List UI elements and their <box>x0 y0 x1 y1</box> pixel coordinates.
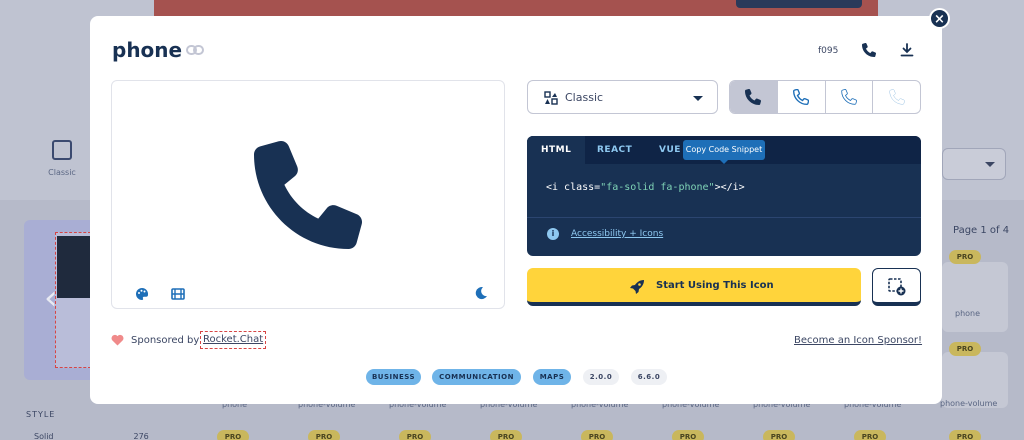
link-icon[interactable] <box>186 43 204 57</box>
pro-badge: PRO <box>949 430 981 440</box>
backdrop-style-solid[interactable]: Solid 276 <box>34 432 149 440</box>
style-select[interactable]: Classic <box>527 80 718 114</box>
heart-icon <box>111 334 124 346</box>
backdrop-style-filter[interactable]: Classic <box>40 140 84 177</box>
code-snippet[interactable]: <i class="fa-solid fa-phone"></i> <box>546 182 745 193</box>
moon-icon[interactable] <box>474 286 488 300</box>
pro-badge: PRO <box>581 430 613 440</box>
phone-thin-icon <box>889 89 905 105</box>
style-select-value: Classic <box>565 91 604 104</box>
become-sponsor-link[interactable]: Become an Icon Sponsor! <box>794 335 922 346</box>
tag-maps[interactable]: MAPS <box>533 369 571 385</box>
variant-thin[interactable] <box>872 81 920 113</box>
pro-badge: PRO <box>854 430 886 440</box>
start-using-button[interactable]: Start Using This Icon <box>527 268 861 306</box>
unicode-value[interactable]: f095 <box>818 46 838 56</box>
phone-regular-icon <box>793 89 810 105</box>
sponsored-by-label: Sponsored by <box>131 335 200 346</box>
download-icon[interactable] <box>900 43 914 57</box>
tag-version-2[interactable]: 2.0.0 <box>583 369 619 385</box>
tab-html[interactable]: HTML <box>527 136 586 164</box>
pro-badge: PRO <box>399 430 431 440</box>
pro-badge: PRO <box>949 250 981 264</box>
classic-family-icon <box>544 91 558 105</box>
backdrop-style-heading: STYLE <box>26 410 56 419</box>
prev-arrow-icon[interactable]: ‹ <box>44 278 58 318</box>
pro-badge: PRO <box>490 430 522 440</box>
copy-tooltip: Copy Code Snippet <box>683 140 765 164</box>
phone-light-icon <box>841 89 857 105</box>
rocket-icon <box>630 280 644 294</box>
accessibility-link[interactable]: Accessibility + Icons <box>571 229 663 239</box>
variant-solid[interactable] <box>730 81 777 113</box>
variant-light[interactable] <box>824 81 873 113</box>
info-icon: i <box>547 228 559 240</box>
backdrop-sort-select[interactable] <box>942 148 1006 180</box>
pro-badge: PRO <box>217 430 249 440</box>
film-icon[interactable] <box>171 287 185 301</box>
phone-solid-icon <box>745 89 762 105</box>
chevron-down-icon <box>693 96 703 101</box>
backdrop-banner-button <box>736 0 862 8</box>
palette-icon[interactable] <box>135 287 149 301</box>
close-icon[interactable]: × <box>929 8 950 29</box>
icon-title: phone <box>112 38 183 62</box>
style-variants <box>729 80 921 114</box>
tab-vue[interactable]: VUE <box>659 136 681 164</box>
tab-react[interactable]: REACT <box>597 136 632 164</box>
add-to-kit-button[interactable] <box>872 268 921 306</box>
tile-label: phone-volume <box>940 399 998 408</box>
start-using-label: Start Using This Icon <box>656 280 774 291</box>
pro-badge: PRO <box>308 430 340 440</box>
backdrop-page-indicator: Page 1 of 4 <box>953 225 1010 236</box>
classic-style-icon <box>52 140 72 160</box>
add-to-collection-icon <box>888 278 906 296</box>
backdrop-icon-tile[interactable] <box>942 262 1008 332</box>
variant-regular[interactable] <box>776 81 825 113</box>
phone-preview-icon <box>254 141 362 249</box>
phone-glyph-icon[interactable] <box>862 43 876 57</box>
sponsor-link[interactable]: Rocket.Chat <box>200 331 267 349</box>
pro-badge: PRO <box>763 430 795 440</box>
pro-badge: PRO <box>949 342 981 356</box>
code-divider <box>527 217 921 218</box>
tag-version-6[interactable]: 6.6.0 <box>631 369 667 385</box>
tag-business[interactable]: BUSINESS <box>366 369 421 385</box>
backdrop-promo-image <box>57 236 91 298</box>
tile-label: phone <box>955 309 981 318</box>
tag-communication[interactable]: COMMUNICATION <box>432 369 521 385</box>
pro-badge: PRO <box>672 430 704 440</box>
